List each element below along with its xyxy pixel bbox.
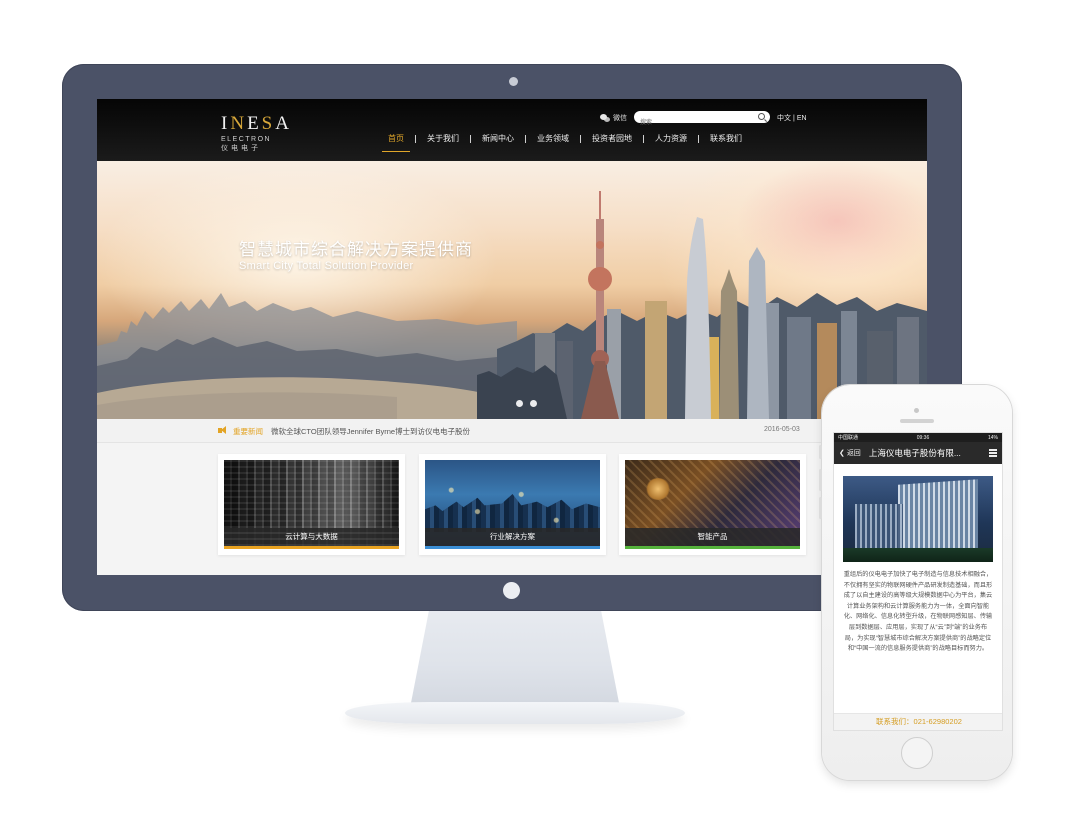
phone-mockup: 中国联通 09:36 14% ❮ 返回 上海仪电电子股份有限... 重组后的仪电…: [819, 385, 1012, 780]
phone-earpiece: [900, 419, 934, 423]
news-label: 重要新闻: [233, 427, 263, 436]
mobile-website-screen: 中国联通 09:36 14% ❮ 返回 上海仪电电子股份有限... 重组后的仪电…: [833, 432, 1003, 731]
search-box: [634, 111, 770, 129]
nav-item-news[interactable]: 新闻中心: [471, 133, 525, 144]
site-header: INESA ELECTRON 仪电电子 微信 中文|EN 首页: [97, 99, 927, 161]
nav-item-home[interactable]: 首页: [377, 133, 415, 152]
server-rack-image: 云计算与大数据: [224, 460, 399, 546]
card-accent-bar: [625, 546, 800, 549]
menu-icon[interactable]: [989, 449, 997, 457]
phone-home-button: [901, 737, 933, 769]
monitor-power-button: [503, 582, 520, 599]
card-smart-products[interactable]: 智能产品: [619, 454, 806, 555]
lang-separator: |: [793, 115, 795, 122]
search-input[interactable]: [634, 117, 746, 129]
card-accent-bar: [425, 546, 600, 549]
city-skyline-image: [97, 191, 927, 419]
network-city-image: 行业解决方案: [425, 460, 600, 546]
language-switcher: 中文 | EN: [776, 113, 808, 123]
lang-en-link[interactable]: EN: [797, 115, 807, 122]
logo-wordmark: INESA: [221, 113, 292, 134]
wechat-link[interactable]: 微信: [600, 113, 627, 123]
carousel-dot[interactable]: [516, 400, 523, 407]
card-caption: 云计算与大数据: [224, 528, 399, 546]
nav-item-investors[interactable]: 投资者园地: [581, 133, 643, 144]
desktop-website-screen: INESA ELECTRON 仪电电子 微信 中文|EN 首页: [97, 99, 927, 575]
nav-item-about[interactable]: 关于我们: [416, 133, 470, 144]
status-time: 09:36: [916, 434, 930, 441]
search-icon[interactable]: [758, 113, 765, 120]
wechat-label: 微信: [613, 115, 627, 122]
card-accent-bar: [224, 546, 399, 549]
news-date: 2016-05-03: [764, 426, 800, 433]
phone-volume-up: [819, 469, 822, 491]
phone-status-bar: 中国联通 09:36 14%: [834, 433, 1002, 442]
status-carrier: 中国联通: [838, 435, 859, 441]
phone-mute-switch: [819, 445, 822, 459]
back-button[interactable]: ❮ 返回: [839, 448, 861, 458]
phone-camera-icon: [914, 408, 919, 413]
news-headline-link[interactable]: 微软全球CTO团队领导Jennifer Byrne博士到访仪电电子股份: [271, 426, 470, 437]
logo-subtitle-cn: 仪电电子: [221, 145, 261, 152]
wechat-icon: [600, 114, 610, 122]
inesa-logo[interactable]: INESA ELECTRON 仪电电子: [221, 113, 292, 153]
contact-phone-link[interactable]: 联系我们：021-62980202: [834, 713, 1002, 730]
card-caption: 智能产品: [625, 528, 800, 546]
lang-cn-link[interactable]: 中文: [777, 115, 791, 122]
banner-title: 智慧城市综合解决方案提供商: [239, 240, 473, 259]
monitor-neck: [410, 600, 620, 708]
card-industry-solutions[interactable]: 行业解决方案: [419, 454, 606, 555]
monitor-base: [345, 702, 685, 724]
main-nav: 首页 关于我们 新闻中心 业务领域 投资者园地 人力资源 联系我们: [377, 133, 753, 152]
news-ticker: 重要新闻 微软全球CTO团队领导Jennifer Byrne博士到访仪电电子股份…: [97, 419, 927, 443]
nav-item-contact[interactable]: 联系我们: [699, 133, 753, 144]
hero-banner: 智慧城市综合解决方案提供商 Smart City Total Solution …: [97, 161, 927, 419]
monitor-stand: [345, 600, 685, 730]
card-caption: 行业解决方案: [425, 528, 600, 546]
carousel-dot[interactable]: [530, 400, 537, 407]
mobile-page-title: 上海仪电电子股份有限...: [868, 448, 961, 458]
mobile-titlebar: ❮ 返回 上海仪电电子股份有限...: [834, 442, 1002, 464]
banner-subtitle: Smart City Total Solution Provider: [239, 260, 414, 272]
logo-subtitle-en: ELECTRON: [221, 136, 272, 143]
circuit-board-image: 智能产品: [625, 460, 800, 546]
card-cloud-computing[interactable]: 云计算与大数据: [218, 454, 405, 555]
office-building-image: [843, 476, 993, 562]
company-intro-text: 重组后的仪电电子加快了电子制造与信息技术相融合，不仅拥有坚实的物联网硬件产品研发…: [843, 571, 993, 653]
monitor-camera-icon: [509, 77, 518, 86]
nav-item-business[interactable]: 业务领域: [526, 133, 580, 144]
phone-volume-down: [819, 497, 822, 519]
speaker-icon: [218, 426, 228, 435]
carousel-dots: [516, 400, 537, 407]
nav-item-hr[interactable]: 人力资源: [644, 133, 698, 144]
status-battery: 14%: [987, 434, 998, 441]
